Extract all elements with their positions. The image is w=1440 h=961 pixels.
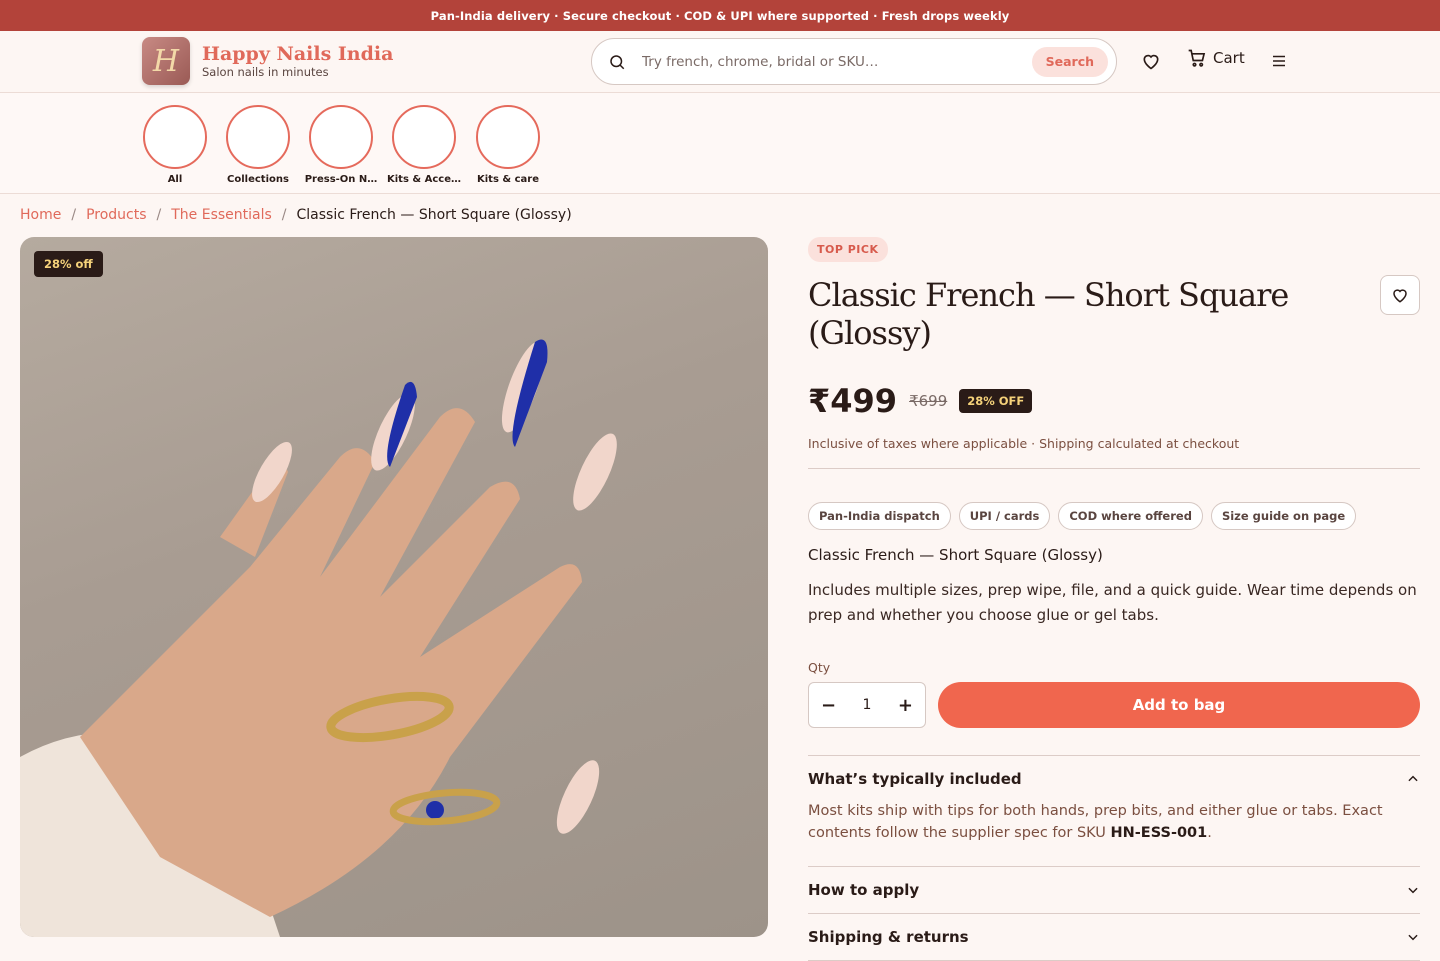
quantity-stepper: − 1 +	[808, 682, 926, 728]
category-thumb	[476, 105, 540, 169]
accordion-body-end: .	[1207, 825, 1212, 841]
breadcrumb-home[interactable]: Home	[20, 207, 61, 223]
accordion-header[interactable]: Shipping & returns	[808, 914, 1420, 960]
search-icon	[610, 54, 625, 69]
cart-label: Cart	[1213, 49, 1245, 67]
breadcrumb-separator: /	[156, 207, 162, 223]
menu-icon[interactable]	[1270, 52, 1288, 70]
add-to-bag-button[interactable]: Add to bag	[938, 682, 1420, 728]
category-thumb	[392, 105, 456, 169]
brand-tagline: Salon nails in minutes	[202, 65, 329, 79]
breadcrumb-collection[interactable]: The Essentials	[171, 207, 272, 223]
chevron-up-icon	[1408, 775, 1418, 782]
accordion-body: Most kits ship with tips for both hands,…	[808, 800, 1420, 866]
buy-row: − 1 + Add to bag	[808, 682, 1420, 728]
accordion-header[interactable]: What’s typically included	[808, 756, 1420, 802]
accordion-title: What’s typically included	[808, 770, 1022, 788]
search-button[interactable]: Search	[1031, 46, 1108, 77]
discount-tag: 28% OFF	[959, 389, 1033, 413]
qty-decrease-button[interactable]: −	[821, 695, 836, 716]
accordion-header[interactable]: How to apply	[808, 867, 1420, 913]
category-all[interactable]: All	[135, 105, 215, 185]
accordion-included: What’s typically included Most kits ship…	[808, 756, 1420, 867]
category-thumb	[309, 105, 373, 169]
cart-icon	[1188, 49, 1206, 67]
heart-icon	[1393, 289, 1407, 303]
feature-chip: Pan-India dispatch	[808, 502, 951, 530]
compare-price: ₹699	[909, 392, 948, 410]
sku-code: HN-ESS-001	[1110, 825, 1208, 841]
chevron-down-icon	[1408, 934, 1418, 941]
category-press-on[interactable]: Press-On N…	[301, 105, 381, 185]
chevron-down-icon	[1408, 887, 1418, 894]
product-accordion: What’s typically included Most kits ship…	[808, 755, 1420, 961]
brand-logo-link[interactable]: H Happy Nails India Salon nails in minut…	[142, 37, 393, 85]
category-kits-care[interactable]: Kits & care	[468, 105, 548, 185]
category-label: Collections	[227, 174, 289, 185]
breadcrumb-separator: /	[71, 207, 77, 223]
feature-chips: Pan-India dispatch UPI / cards COD where…	[808, 502, 1420, 530]
breadcrumb: Home / Products / The Essentials / Class…	[20, 207, 572, 223]
brand-name: Happy Nails India	[202, 43, 394, 65]
product-subtitle: Classic French — Short Square (Glossy)	[808, 546, 1103, 564]
feature-chip: COD where offered	[1058, 502, 1203, 530]
breadcrumb-separator: /	[281, 207, 287, 223]
tax-note: Inclusive of taxes where applicable · Sh…	[808, 436, 1420, 469]
accordion-title: How to apply	[808, 881, 920, 899]
category-label: Kits & care	[477, 174, 539, 185]
qty-value[interactable]: 1	[863, 697, 872, 713]
hand-nails-illustration	[20, 339, 617, 937]
product-image[interactable]: 28% off	[20, 237, 768, 937]
breadcrumb-current: Classic French — Short Square (Glossy)	[296, 207, 572, 223]
product-info: TOP PICK Classic French — Short Square (…	[808, 237, 1420, 961]
accordion-title: Shipping & returns	[808, 928, 969, 946]
accordion-body-text: Most kits ship with tips for both hands,…	[808, 803, 1383, 841]
announcement-bar: Pan-India delivery · Secure checkout · C…	[0, 0, 1440, 31]
category-collections[interactable]: Collections	[218, 105, 298, 185]
category-thumb	[143, 105, 207, 169]
discount-badge: 28% off	[34, 251, 103, 277]
qty-label: Qty	[808, 660, 831, 675]
add-to-wishlist-button[interactable]	[1380, 275, 1420, 315]
feature-chip: UPI / cards	[958, 502, 1051, 530]
site-header: H Happy Nails India Salon nails in minut…	[0, 31, 1440, 93]
top-pick-badge: TOP PICK	[808, 237, 888, 262]
breadcrumb-products[interactable]: Products	[86, 207, 146, 223]
accordion-shipping: Shipping & returns	[808, 914, 1420, 961]
category-thumb	[226, 105, 290, 169]
brand-logo: H	[142, 37, 190, 85]
category-strip: All Collections Press-On N… Kits & Acce……	[0, 93, 1440, 194]
price-row: ₹499 ₹699 28% OFF	[808, 382, 1420, 420]
category-label: All	[167, 174, 183, 185]
category-kits-accessories[interactable]: Kits & Acce…	[384, 105, 464, 185]
cart-button[interactable]: Cart	[1187, 48, 1245, 68]
product-description: Includes multiple sizes, prep wipe, file…	[808, 581, 1417, 624]
search-bar: Search	[591, 38, 1117, 85]
product-title: Classic French — Short Square (Glossy)	[808, 276, 1289, 352]
wishlist-heart-icon[interactable]	[1141, 51, 1161, 71]
qty-increase-button[interactable]: +	[898, 695, 913, 716]
price: ₹499	[808, 382, 898, 420]
category-label: Kits & Acce…	[387, 174, 461, 185]
search-input[interactable]	[642, 53, 1032, 70]
category-label: Press-On N…	[304, 174, 378, 185]
feature-chip[interactable]: Size guide on page	[1210, 502, 1357, 530]
accordion-how-to-apply: How to apply	[808, 867, 1420, 914]
